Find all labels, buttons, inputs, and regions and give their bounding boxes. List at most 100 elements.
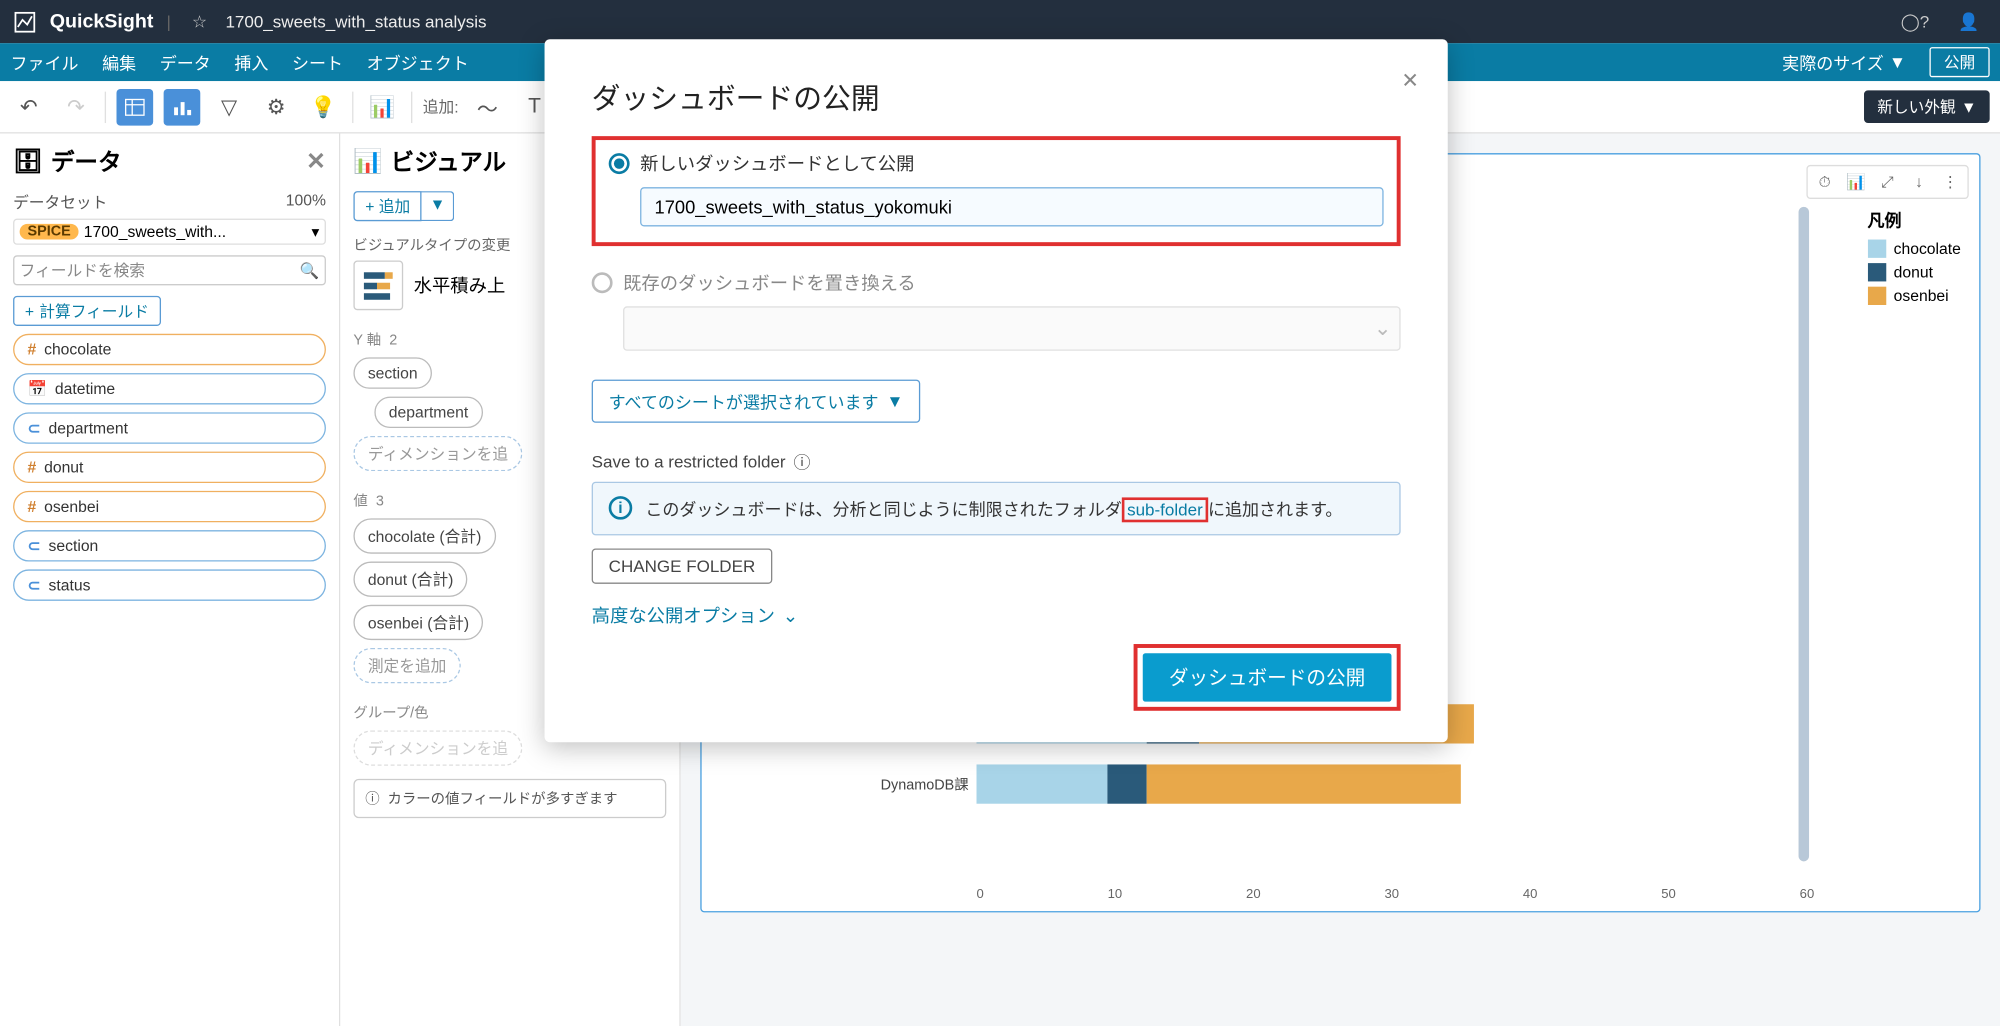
menu-edit[interactable]: 編集	[102, 50, 136, 75]
add-visual-caret[interactable]: ▼	[422, 191, 455, 221]
field-section[interactable]: ⊂section	[13, 530, 326, 561]
divider: |	[166, 12, 170, 32]
legend-item-donut[interactable]: donut	[1867, 263, 1960, 281]
field-department[interactable]: ⊂department	[13, 412, 326, 443]
add-calc-field-button[interactable]: + 計算フィールド	[13, 296, 161, 326]
chevron-down-icon: ⌄	[1374, 315, 1392, 341]
bar-segment	[1147, 764, 1461, 803]
advanced-options-toggle[interactable]: 高度な公開オプション ⌄	[592, 602, 1401, 628]
legend-item-chocolate[interactable]: chocolate	[1867, 240, 1960, 258]
field-type-icon: ⊂	[27, 576, 40, 594]
xtick: 60	[1800, 888, 1815, 902]
brand-name: QuickSight	[50, 10, 154, 32]
field-type-icon: #	[27, 340, 36, 358]
theme-icon[interactable]: 📊	[364, 88, 401, 125]
bar-segment	[1107, 764, 1146, 803]
favorite-star-icon[interactable]: ☆	[192, 11, 207, 32]
legend-swatch	[1867, 263, 1885, 281]
yaxis-field-department[interactable]: department	[374, 397, 482, 428]
replace-dashboard-select[interactable]: ⌄	[623, 306, 1401, 351]
help-icon[interactable]: ◯?	[1893, 11, 1937, 32]
info-icon: ⓘ	[365, 788, 379, 809]
info-icon[interactable]: ⓘ	[793, 449, 810, 474]
color-warning: ⓘカラーの値フィールドが多すぎます	[353, 779, 666, 818]
size-selector[interactable]: 実際のサイズ ▼	[1782, 50, 1906, 75]
radio-replace-existing[interactable]: 既存のダッシュボードを置き換える	[592, 270, 1401, 296]
horizontal-stacked-bar-icon[interactable]	[353, 260, 403, 310]
new-look-button[interactable]: 新しい外観 ▼	[1864, 90, 1990, 123]
yaxis-field-section[interactable]: section	[353, 357, 432, 388]
parameters-icon[interactable]: ⚙	[258, 88, 295, 125]
xtick: 0	[977, 888, 984, 902]
filter-icon[interactable]: ▽	[211, 88, 248, 125]
value-field-chocolate[interactable]: chocolate (合計)	[353, 518, 495, 553]
save-restricted-folder-label: Save to a restricted folder ⓘ	[592, 449, 1401, 474]
menu-object[interactable]: オブジェクト	[367, 50, 469, 75]
publish-dashboard-modal: ✕ ダッシュボードの公開 新しいダッシュボードとして公開 既存のダッシュボードを…	[545, 39, 1448, 742]
bar-row[interactable]: DynamoDB課	[846, 764, 1697, 803]
visual-type-name: 水平積み上	[414, 272, 506, 298]
viz-download-icon[interactable]: ↓	[1905, 169, 1934, 195]
chevron-down-icon: ⌄	[783, 604, 798, 626]
bar-label: DynamoDB課	[846, 774, 977, 795]
dataset-label: データセット	[13, 191, 107, 213]
value-add-measure[interactable]: 測定を追加	[353, 648, 460, 683]
insights-icon[interactable]: 💡	[305, 88, 342, 125]
viz-menu-icon[interactable]: ⋮	[1936, 169, 1965, 195]
radio-publish-new[interactable]: 新しいダッシュボードとして公開	[609, 151, 1384, 177]
radio-selected-icon	[609, 153, 630, 174]
chart-legend: 凡例 chocolatedonutosenbei	[1867, 207, 1960, 305]
radio-unselected-icon	[592, 272, 613, 293]
field-osenbei[interactable]: #osenbei	[13, 491, 326, 522]
viz-expand-icon[interactable]: ⤢	[1873, 169, 1902, 195]
field-status[interactable]: ⊂status	[13, 569, 326, 600]
legend-item-osenbei[interactable]: osenbei	[1867, 287, 1960, 305]
field-datetime[interactable]: 📅datetime	[13, 373, 326, 404]
value-field-osenbei[interactable]: osenbei (合計)	[353, 605, 483, 640]
sub-folder-link[interactable]: sub-folder	[1122, 497, 1208, 522]
vertical-scrollbar[interactable]	[1799, 207, 1809, 862]
menu-file[interactable]: ファイル	[10, 50, 78, 75]
user-icon[interactable]: 👤	[1950, 11, 1987, 32]
publish-dashboard-button[interactable]: ダッシュボードの公開	[1143, 653, 1392, 701]
spice-pill: SPICE	[20, 224, 79, 240]
visual-icon: 📊	[353, 147, 382, 174]
data-panel: 🗄データ✕ データセット100% SPICE 1700_sweets_with.…	[0, 134, 340, 1026]
menu-sheet[interactable]: シート	[292, 50, 343, 75]
add-visual-button[interactable]: + 追加	[353, 191, 422, 221]
visual-panel-icon[interactable]	[164, 88, 201, 125]
visual-toolbar: ⏱ 📊 ⤢ ↓ ⋮	[1806, 165, 1968, 199]
field-chocolate[interactable]: #chocolate	[13, 334, 326, 365]
field-donut[interactable]: #donut	[13, 452, 326, 483]
field-type-icon: #	[27, 497, 36, 515]
db-icon: 🗄	[13, 147, 43, 174]
legend-swatch	[1867, 287, 1885, 305]
dataset-selector[interactable]: SPICE 1700_sweets_with... ▾	[13, 219, 326, 245]
publish-button-top[interactable]: 公開	[1929, 47, 1989, 77]
close-data-panel-icon[interactable]: ✕	[306, 147, 326, 174]
field-search[interactable]: フィールドを検索🔍	[13, 255, 326, 285]
sheets-selected-dropdown[interactable]: すべてのシートが選択されています ▼	[592, 380, 921, 423]
undo-icon[interactable]: ↶	[10, 88, 47, 125]
redo-icon[interactable]: ↷	[58, 88, 95, 125]
menu-insert[interactable]: 挿入	[234, 50, 268, 75]
viz-speed-icon[interactable]: ⏱	[1810, 169, 1839, 195]
modal-close-icon[interactable]: ✕	[1401, 68, 1419, 94]
viz-config-icon[interactable]: 📊	[1842, 169, 1871, 195]
highlight-publish-button: ダッシュボードの公開	[1134, 644, 1401, 711]
new-dashboard-name-input[interactable]	[640, 187, 1384, 226]
data-panel-icon[interactable]	[117, 88, 154, 125]
add-label: 追加:	[423, 96, 459, 118]
highlight-new-dashboard: 新しいダッシュボードとして公開	[592, 136, 1401, 246]
add-line-icon[interactable]: 〜	[469, 88, 506, 125]
visual-panel-title: ビジュアル	[391, 144, 506, 178]
change-folder-button[interactable]: CHANGE FOLDER	[592, 548, 773, 583]
quicksight-logo-icon	[13, 10, 37, 34]
value-field-donut[interactable]: donut (合計)	[353, 562, 467, 597]
yaxis-add-dimension[interactable]: ディメンションを追	[353, 436, 522, 471]
group-add-dimension[interactable]: ディメンションを追	[353, 730, 522, 765]
menu-data[interactable]: データ	[160, 50, 211, 75]
field-type-icon: ⊂	[27, 419, 40, 437]
field-type-icon: ⊂	[27, 537, 40, 555]
analysis-title: 1700_sweets_with_status analysis	[225, 12, 486, 32]
